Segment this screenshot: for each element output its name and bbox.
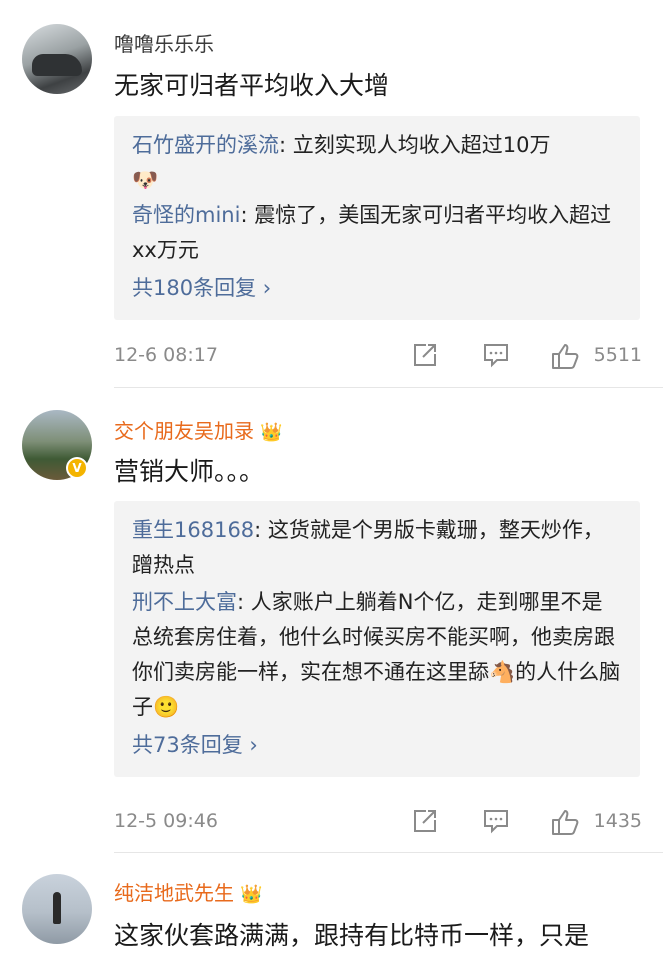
username[interactable]: 纯洁地武先生 👑 (114, 877, 262, 906)
comment-icon[interactable] (482, 808, 510, 834)
share-icon[interactable] (412, 808, 438, 834)
username[interactable]: 交个朋友吴加录 👑 (114, 415, 282, 444)
comment-text: 这家伙套路满满，跟持有比特币一样，只是 (114, 921, 590, 950)
horse-emoji-icon: 🐴 (489, 660, 516, 684)
like-icon[interactable] (550, 808, 580, 836)
comment-date: 12-6 08:17 (114, 344, 218, 366)
reply-item: 石竹盛开的溪流: 立刻实现人均收入超过10万 🐶 (132, 128, 622, 198)
reply-username[interactable]: 奇怪的mini (132, 203, 240, 227)
verified-badge-icon: V (66, 457, 88, 479)
comment-text: 营销大师。。。 (114, 457, 265, 486)
comment-icon[interactable] (482, 342, 510, 368)
reply-preview-box[interactable]: 石竹盛开的溪流: 立刻实现人均收入超过10万 🐶 奇怪的mini: 震惊了，美国… (114, 116, 640, 320)
like-count: 1435 (593, 810, 642, 832)
view-replies-link[interactable]: 共180条回复 › (132, 270, 622, 306)
comment-meta: 12-6 08:17 5511 (114, 340, 642, 370)
reply-item: 奇怪的mini: 震惊了，美国无家可归者平均收入超过xx万元 (132, 198, 622, 268)
divider (114, 387, 663, 388)
doge-emoji-icon: 🐶 (132, 168, 159, 192)
reply-text: : 立刻实现人均收入超过10万 (279, 133, 551, 157)
share-icon[interactable] (412, 342, 438, 368)
reply-username[interactable]: 重生168168 (132, 518, 254, 542)
reply-preview-box[interactable]: 重生168168: 这货就是个男版卡戴珊，整天炒作，蹭热点 刑不上大富: 人家账… (114, 501, 640, 777)
comment-text: 无家可归者平均收入大增 (114, 71, 390, 100)
reply-username[interactable]: 石竹盛开的溪流 (132, 133, 279, 157)
like-count: 5511 (593, 344, 642, 366)
reply-item: 重生168168: 这货就是个男版卡戴珊，整天炒作，蹭热点 (132, 513, 622, 583)
username-label: 纯洁地武先生 (114, 881, 234, 905)
like-icon[interactable] (550, 342, 580, 370)
avatar[interactable] (22, 24, 92, 94)
avatar[interactable] (22, 874, 92, 944)
username[interactable]: 噜噜乐乐乐 (114, 28, 214, 57)
reply-item: 刑不上大富: 人家账户上躺着N个亿，走到哪里不是总统套房住着，他什么时候买房不能… (132, 585, 622, 725)
reply-username[interactable]: 刑不上大富 (132, 590, 237, 614)
smile-emoji-icon: 🙂 (153, 695, 180, 719)
crown-badge-icon: 👑 (260, 422, 283, 443)
comment-date: 12-5 09:46 (114, 810, 218, 832)
comment-meta: 12-5 09:46 1435 (114, 806, 642, 836)
username-label: 交个朋友吴加录 (114, 419, 254, 443)
crown-badge-icon: 👑 (240, 884, 263, 905)
divider (114, 852, 663, 853)
view-replies-link[interactable]: 共73条回复 › (132, 727, 622, 763)
